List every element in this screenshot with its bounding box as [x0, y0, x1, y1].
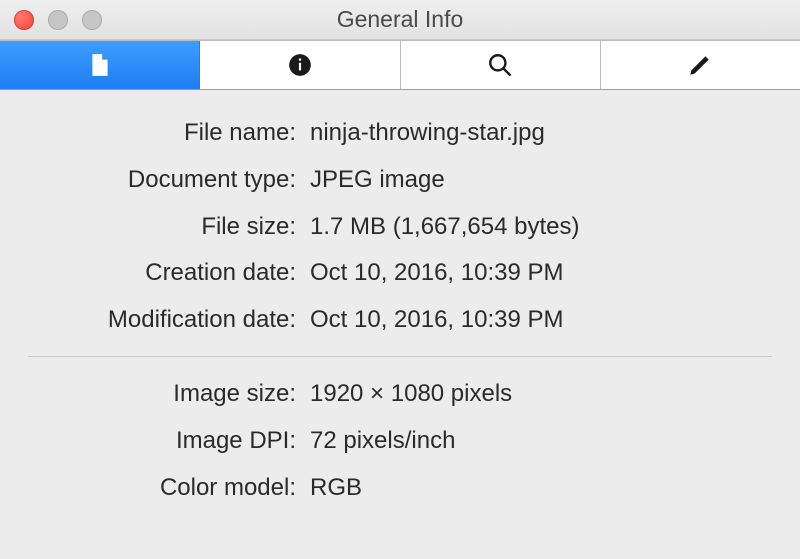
titlebar: General Info: [0, 0, 800, 40]
tab-info[interactable]: [200, 41, 400, 89]
pencil-icon: [687, 52, 713, 78]
tab-search[interactable]: [401, 41, 601, 89]
row-creation-date: Creation date: Oct 10, 2016, 10:39 PM: [0, 250, 800, 297]
value-file-size: 1.7 MB (1,667,654 bytes): [310, 213, 579, 242]
label-image-dpi: Image DPI:: [14, 427, 310, 456]
value-document-type: JPEG image: [310, 166, 445, 195]
value-creation-date: Oct 10, 2016, 10:39 PM: [310, 259, 564, 288]
row-file-name: File name: ninja-throwing-star.jpg: [0, 110, 800, 157]
document-icon: [87, 52, 113, 78]
row-image-size: Image size: 1920 × 1080 pixels: [0, 371, 800, 418]
tab-edit[interactable]: [601, 41, 800, 89]
label-file-size: File size:: [14, 213, 310, 242]
value-modification-date: Oct 10, 2016, 10:39 PM: [310, 306, 564, 335]
value-file-name: ninja-throwing-star.jpg: [310, 119, 545, 148]
general-info-window: General Info File name: ninja-: [0, 0, 800, 559]
row-image-dpi: Image DPI: 72 pixels/inch: [0, 418, 800, 465]
zoom-window-button[interactable]: [82, 10, 102, 30]
row-file-size: File size: 1.7 MB (1,667,654 bytes): [0, 204, 800, 251]
search-icon: [487, 52, 513, 78]
tab-document[interactable]: [0, 41, 200, 89]
close-window-button[interactable]: [14, 10, 34, 30]
window-title: General Info: [0, 6, 800, 33]
section-divider: [28, 356, 772, 357]
label-color-model: Color model:: [14, 474, 310, 503]
minimize-window-button[interactable]: [48, 10, 68, 30]
value-color-model: RGB: [310, 474, 362, 503]
info-content: File name: ninja-throwing-star.jpg Docum…: [0, 90, 800, 511]
tab-bar: [0, 40, 800, 90]
window-controls: [14, 10, 102, 30]
row-document-type: Document type: JPEG image: [0, 157, 800, 204]
label-file-name: File name:: [14, 119, 310, 148]
label-document-type: Document type:: [14, 166, 310, 195]
label-image-size: Image size:: [14, 380, 310, 409]
label-creation-date: Creation date:: [14, 259, 310, 288]
row-modification-date: Modification date: Oct 10, 2016, 10:39 P…: [0, 297, 800, 344]
info-icon: [287, 52, 313, 78]
value-image-size: 1920 × 1080 pixels: [310, 380, 512, 409]
row-color-model: Color model: RGB: [0, 465, 800, 512]
value-image-dpi: 72 pixels/inch: [310, 427, 455, 456]
label-modification-date: Modification date:: [14, 306, 310, 335]
